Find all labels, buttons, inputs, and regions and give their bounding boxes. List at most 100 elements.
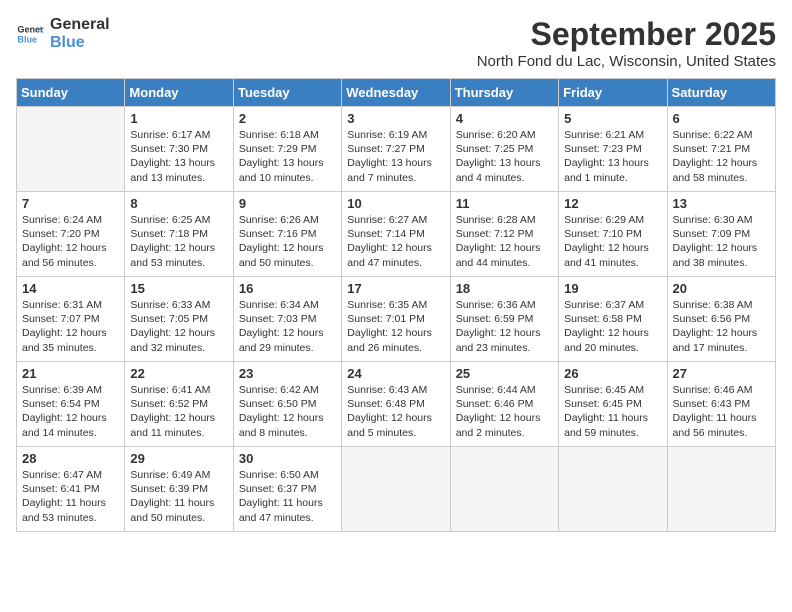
week-row-4: 28Sunrise: 6:47 AMSunset: 6:41 PMDayligh…: [17, 447, 776, 532]
logo: General Blue General Blue: [16, 16, 110, 51]
cell-line: Daylight: 11 hours: [564, 411, 661, 425]
cell-line: and 47 minutes.: [239, 511, 336, 525]
day-number: 3: [347, 111, 444, 126]
weekday-header-monday: Monday: [125, 79, 233, 107]
cell-line: Daylight: 12 hours: [564, 326, 661, 340]
day-number: 1: [130, 111, 227, 126]
cell-line: Sunrise: 6:33 AM: [130, 298, 227, 312]
logo-general: General: [50, 16, 110, 34]
cell-line: Sunrise: 6:36 AM: [456, 298, 553, 312]
calendar-cell: 20Sunrise: 6:38 AMSunset: 6:56 PMDayligh…: [667, 277, 775, 362]
cell-line: Daylight: 12 hours: [673, 326, 770, 340]
cell-line: Sunset: 6:37 PM: [239, 482, 336, 496]
calendar-cell: [342, 447, 450, 532]
day-number: 19: [564, 281, 661, 296]
calendar-cell: [667, 447, 775, 532]
day-number: 22: [130, 366, 227, 381]
day-number: 12: [564, 196, 661, 211]
cell-line: and 10 minutes.: [239, 171, 336, 185]
weekday-header-sunday: Sunday: [17, 79, 125, 107]
cell-line: Sunset: 7:21 PM: [673, 142, 770, 156]
calendar-cell: 6Sunrise: 6:22 AMSunset: 7:21 PMDaylight…: [667, 107, 775, 192]
week-row-0: 1Sunrise: 6:17 AMSunset: 7:30 PMDaylight…: [17, 107, 776, 192]
cell-line: Sunrise: 6:37 AM: [564, 298, 661, 312]
cell-line: Sunrise: 6:43 AM: [347, 383, 444, 397]
cell-line: Daylight: 12 hours: [22, 411, 119, 425]
header: General Blue General Blue September 2025…: [16, 16, 776, 70]
cell-line: and 11 minutes.: [130, 426, 227, 440]
calendar-body: 1Sunrise: 6:17 AMSunset: 7:30 PMDaylight…: [17, 107, 776, 532]
cell-line: and 53 minutes.: [22, 511, 119, 525]
calendar-cell: 1Sunrise: 6:17 AMSunset: 7:30 PMDaylight…: [125, 107, 233, 192]
cell-line: Sunset: 7:20 PM: [22, 227, 119, 241]
cell-line: Sunrise: 6:50 AM: [239, 468, 336, 482]
day-number: 6: [673, 111, 770, 126]
cell-line: Sunrise: 6:35 AM: [347, 298, 444, 312]
cell-line: Sunrise: 6:20 AM: [456, 128, 553, 142]
cell-line: Sunrise: 6:30 AM: [673, 213, 770, 227]
cell-line: and 4 minutes.: [456, 171, 553, 185]
cell-line: Daylight: 12 hours: [347, 411, 444, 425]
cell-line: Daylight: 12 hours: [673, 241, 770, 255]
calendar-cell: [450, 447, 558, 532]
day-number: 27: [673, 366, 770, 381]
cell-line: and 50 minutes.: [130, 511, 227, 525]
cell-line: Daylight: 12 hours: [130, 411, 227, 425]
weekday-header-tuesday: Tuesday: [233, 79, 341, 107]
calendar-header: SundayMondayTuesdayWednesdayThursdayFrid…: [17, 79, 776, 107]
calendar-cell: 18Sunrise: 6:36 AMSunset: 6:59 PMDayligh…: [450, 277, 558, 362]
location-title: North Fond du Lac, Wisconsin, United Sta…: [477, 53, 776, 70]
day-number: 5: [564, 111, 661, 126]
cell-line: Daylight: 12 hours: [239, 411, 336, 425]
calendar-cell: 17Sunrise: 6:35 AMSunset: 7:01 PMDayligh…: [342, 277, 450, 362]
cell-line: Daylight: 13 hours: [347, 156, 444, 170]
cell-line: Sunset: 6:45 PM: [564, 397, 661, 411]
day-number: 16: [239, 281, 336, 296]
svg-text:Blue: Blue: [17, 34, 37, 44]
cell-line: and 1 minute.: [564, 171, 661, 185]
cell-line: Daylight: 13 hours: [456, 156, 553, 170]
cell-line: Daylight: 12 hours: [456, 241, 553, 255]
week-row-1: 7Sunrise: 6:24 AMSunset: 7:20 PMDaylight…: [17, 192, 776, 277]
day-number: 28: [22, 451, 119, 466]
cell-line: Sunset: 7:16 PM: [239, 227, 336, 241]
cell-line: Sunset: 7:01 PM: [347, 312, 444, 326]
cell-line: Daylight: 12 hours: [130, 326, 227, 340]
cell-line: Sunrise: 6:41 AM: [130, 383, 227, 397]
cell-line: and 23 minutes.: [456, 341, 553, 355]
cell-line: Sunset: 7:05 PM: [130, 312, 227, 326]
day-number: 9: [239, 196, 336, 211]
calendar-table: SundayMondayTuesdayWednesdayThursdayFrid…: [16, 78, 776, 532]
day-number: 17: [347, 281, 444, 296]
day-number: 14: [22, 281, 119, 296]
calendar-cell: 9Sunrise: 6:26 AMSunset: 7:16 PMDaylight…: [233, 192, 341, 277]
logo-blue: Blue: [50, 34, 110, 52]
cell-line: Sunset: 7:07 PM: [22, 312, 119, 326]
month-title: September 2025: [477, 16, 776, 53]
day-number: 26: [564, 366, 661, 381]
calendar-cell: 10Sunrise: 6:27 AMSunset: 7:14 PMDayligh…: [342, 192, 450, 277]
cell-line: Sunset: 7:23 PM: [564, 142, 661, 156]
calendar-cell: 28Sunrise: 6:47 AMSunset: 6:41 PMDayligh…: [17, 447, 125, 532]
cell-line: Sunset: 6:56 PM: [673, 312, 770, 326]
calendar-cell: [559, 447, 667, 532]
cell-line: Daylight: 11 hours: [239, 496, 336, 510]
cell-line: and 20 minutes.: [564, 341, 661, 355]
cell-line: and 13 minutes.: [130, 171, 227, 185]
cell-line: Sunrise: 6:39 AM: [22, 383, 119, 397]
cell-line: Sunset: 6:54 PM: [22, 397, 119, 411]
calendar-cell: 30Sunrise: 6:50 AMSunset: 6:37 PMDayligh…: [233, 447, 341, 532]
day-number: 25: [456, 366, 553, 381]
cell-line: and 26 minutes.: [347, 341, 444, 355]
calendar-cell: 25Sunrise: 6:44 AMSunset: 6:46 PMDayligh…: [450, 362, 558, 447]
week-row-2: 14Sunrise: 6:31 AMSunset: 7:07 PMDayligh…: [17, 277, 776, 362]
day-number: 13: [673, 196, 770, 211]
cell-line: Sunrise: 6:34 AM: [239, 298, 336, 312]
cell-line: Sunrise: 6:46 AM: [673, 383, 770, 397]
cell-line: and 7 minutes.: [347, 171, 444, 185]
cell-line: Sunset: 7:30 PM: [130, 142, 227, 156]
calendar-cell: [17, 107, 125, 192]
cell-line: Daylight: 11 hours: [130, 496, 227, 510]
cell-line: Sunrise: 6:18 AM: [239, 128, 336, 142]
cell-line: Sunset: 7:27 PM: [347, 142, 444, 156]
